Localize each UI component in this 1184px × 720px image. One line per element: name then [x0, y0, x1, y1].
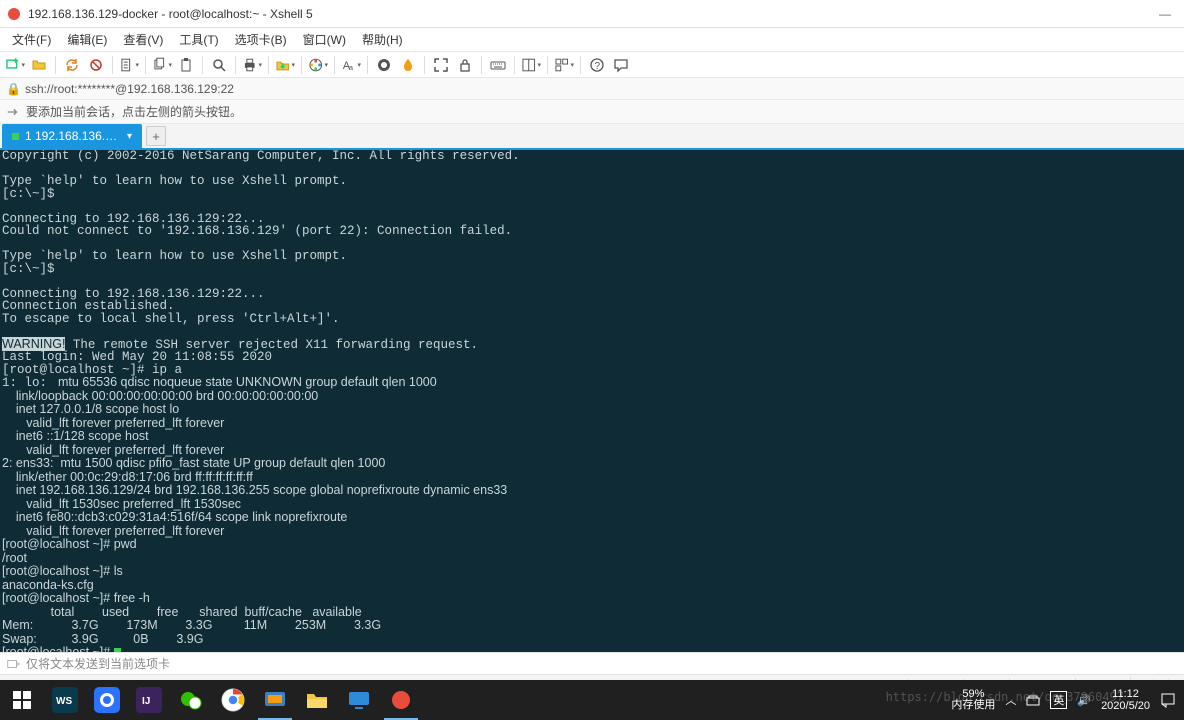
- send-icon: [6, 657, 20, 671]
- paste-button[interactable]: [175, 55, 197, 75]
- menu-window[interactable]: 窗口(W): [295, 31, 354, 48]
- separator: [547, 56, 548, 74]
- separator: [301, 56, 302, 74]
- hint-text: 要添加当前会话，点击左侧的箭头按钮。: [26, 103, 242, 120]
- lock-button[interactable]: [454, 55, 476, 75]
- start-button[interactable]: [0, 680, 44, 720]
- svg-text:?: ?: [595, 61, 601, 72]
- add-tab-button[interactable]: +: [146, 126, 166, 146]
- tab-strip: 1 192.168.136.129-do... ▾ +: [0, 124, 1184, 150]
- disconnect-button[interactable]: [85, 55, 107, 75]
- task-icon-xshell[interactable]: [380, 680, 422, 720]
- separator: [112, 56, 113, 74]
- menu-tools[interactable]: 工具(T): [171, 31, 226, 48]
- svg-text:IJ: IJ: [142, 696, 150, 707]
- windows-taskbar: WS IJ https://blog.csdn.net/qq_37960497 …: [0, 680, 1184, 720]
- script-button[interactable]: [373, 55, 395, 75]
- address-bar[interactable]: 🔒 ssh://root:********@192.168.136.129:22: [0, 78, 1184, 100]
- separator: [334, 56, 335, 74]
- separator: [481, 56, 482, 74]
- menu-help[interactable]: 帮助(H): [354, 31, 411, 48]
- menu-edit[interactable]: 编辑(E): [59, 31, 115, 48]
- tray-notif-icon[interactable]: [1160, 692, 1176, 708]
- task-icon-explorer[interactable]: [296, 680, 338, 720]
- task-icon-chrome[interactable]: [212, 680, 254, 720]
- terminal[interactable]: Copyright (c) 2002-2016 NetSarang Comput…: [0, 150, 1184, 652]
- app-icon: [6, 6, 22, 22]
- watermark: https://blog.csdn.net/qq_37960497: [886, 690, 1124, 704]
- separator: [424, 56, 425, 74]
- print-button[interactable]: [241, 55, 263, 75]
- title-bar: 192.168.136.129-docker - root@localhost:…: [0, 0, 1184, 28]
- open-button[interactable]: [28, 55, 50, 75]
- send-text: 仅将文本发送到当前选项卡: [26, 655, 170, 672]
- separator: [580, 56, 581, 74]
- tile-button[interactable]: [553, 55, 575, 75]
- task-icon-idea[interactable]: IJ: [128, 680, 170, 720]
- lock-icon: 🔒: [6, 82, 21, 96]
- menu-tabs[interactable]: 选项卡(B): [227, 31, 295, 48]
- help-button[interactable]: ?: [586, 55, 608, 75]
- task-icon-webstorm[interactable]: WS: [44, 680, 86, 720]
- session-tab[interactable]: 1 192.168.136.129-do... ▾: [2, 124, 142, 148]
- separator: [235, 56, 236, 74]
- menu-bar: 文件(F) 编辑(E) 查看(V) 工具(T) 选项卡(B) 窗口(W) 帮助(…: [0, 28, 1184, 52]
- separator: [145, 56, 146, 74]
- task-icon-todesk[interactable]: [86, 680, 128, 720]
- separator: [55, 56, 56, 74]
- keyboard-button[interactable]: [487, 55, 509, 75]
- minimize-button[interactable]: —: [1152, 7, 1178, 21]
- tab-close-icon[interactable]: ▾: [127, 131, 132, 142]
- address-text: ssh://root:********@192.168.136.129:22: [25, 82, 234, 96]
- tab-label: 1 192.168.136.129-do...: [25, 129, 121, 143]
- task-icon-remote[interactable]: [338, 680, 380, 720]
- properties-button[interactable]: [118, 55, 140, 75]
- separator: [202, 56, 203, 74]
- window-title: 192.168.136.129-docker - root@localhost:…: [28, 7, 1152, 21]
- arrow-icon[interactable]: [6, 105, 20, 119]
- font-button[interactable]: Aa: [340, 55, 362, 75]
- task-icon-wechat[interactable]: [170, 680, 212, 720]
- layout-button[interactable]: [520, 55, 542, 75]
- menu-file[interactable]: 文件(F): [4, 31, 59, 48]
- status-dot-icon: [12, 133, 19, 140]
- menu-view[interactable]: 查看(V): [115, 31, 171, 48]
- find-button[interactable]: [208, 55, 230, 75]
- hint-bar: 要添加当前会话，点击左侧的箭头按钮。: [0, 100, 1184, 124]
- reconnect-button[interactable]: [61, 55, 83, 75]
- feedback-button[interactable]: [610, 55, 632, 75]
- new-session-button[interactable]: [4, 55, 26, 75]
- svg-text:WS: WS: [56, 696, 72, 707]
- separator: [514, 56, 515, 74]
- copy-button[interactable]: [151, 55, 173, 75]
- task-icon-vmware[interactable]: [254, 680, 296, 720]
- fullscreen-button[interactable]: [430, 55, 452, 75]
- send-bar[interactable]: 仅将文本发送到当前选项卡: [0, 652, 1184, 674]
- separator: [367, 56, 368, 74]
- separator: [268, 56, 269, 74]
- transfer-button[interactable]: [274, 55, 296, 75]
- color-button[interactable]: [307, 55, 329, 75]
- highlight-button[interactable]: [397, 55, 419, 75]
- tool-bar: Aa ?: [0, 52, 1184, 78]
- svg-text:a: a: [349, 62, 354, 71]
